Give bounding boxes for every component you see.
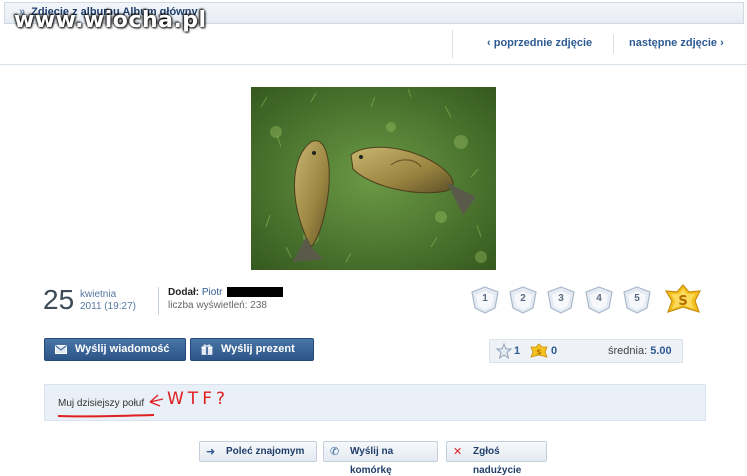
date-day: 25 (43, 284, 75, 315)
author-link[interactable]: Piotr (202, 287, 223, 298)
star-number: 2 (520, 293, 526, 304)
star-number: 1 (482, 293, 488, 304)
views-count: liczba wyświetleń: 238 (168, 300, 267, 311)
svg-text:S: S (536, 349, 541, 357)
recommend-users-icon: ➜ (206, 446, 216, 458)
report-abuse-button[interactable]: ✕ Zgłoś nadużycie (446, 441, 547, 476)
super-star-count-icon: S (530, 343, 548, 358)
recommend-to-friends-button[interactable]: ➜ Poleć znajomym (199, 441, 317, 462)
fish-photo-icon (251, 87, 496, 270)
svg-text:S: S (678, 294, 687, 309)
super-star-icon: S (664, 284, 702, 313)
super-star-button[interactable]: S (664, 284, 702, 316)
next-photo-link[interactable]: następne zdjęcie › (629, 37, 724, 49)
send-gift-label: Wyślij prezent (221, 343, 295, 355)
photo-image[interactable] (251, 87, 496, 270)
handwritten-note: WTF? (167, 389, 229, 409)
star-number: 4 (596, 293, 602, 304)
meta-divider (158, 287, 159, 315)
added-label: Dodał: (168, 287, 200, 298)
handwritten-annotation: WTF? (57, 389, 229, 418)
super-stars-count: 0 (551, 345, 558, 357)
previous-photo-link[interactable]: ‹ poprzednie zdjęcie (487, 37, 592, 49)
average-rating: średnia: 5.00 (608, 345, 672, 357)
envelope-icon (55, 345, 67, 354)
date-month: kwietnia (80, 289, 117, 300)
average-value: 5.00 (650, 345, 672, 357)
chevron-right-icon: › (717, 37, 724, 49)
rating-stats: 1 S 0 średnia: 5.00 (489, 339, 683, 363)
photo-header: » Zdjęcie z albumu Album główny www.wioch… (0, 0, 747, 65)
redacted-surname (227, 287, 284, 298)
send-message-label: Wyślij wiadomość (75, 343, 170, 355)
recommend-label: Poleć znajomym (226, 446, 305, 457)
gift-icon (201, 344, 213, 355)
star-number: 5 (634, 293, 640, 304)
close-icon: ✕ (453, 446, 463, 458)
send-message-button[interactable]: Wyślij wiadomość (44, 338, 186, 361)
send-to-phone-label: Wyślij na komórkę (350, 446, 394, 476)
added-by: Dodał: Piotr (168, 287, 284, 298)
date-time: 2011 (19:27) (80, 301, 136, 312)
rate-star-2-button[interactable]: 2 (508, 286, 538, 314)
rate-star-3-button[interactable]: 3 (546, 286, 576, 314)
nav-divider (613, 34, 614, 54)
report-abuse-label: Zgłoś nadużycie (473, 446, 522, 476)
rate-star-4-button[interactable]: 4 (584, 286, 614, 314)
star-count-icon (496, 343, 512, 359)
phone-icon: ✆ (330, 446, 340, 458)
star-number: 3 (558, 293, 564, 304)
photo-navigation: ‹ poprzednie zdjęcie następne zdjęcie › (452, 30, 744, 58)
site-watermark: www.wiocha.pl (14, 8, 207, 33)
rate-star-1-button[interactable]: 1 (470, 286, 500, 314)
chevron-left-icon: ‹ (487, 37, 494, 49)
rate-star-5-button[interactable]: 5 (622, 286, 652, 314)
send-to-phone-button[interactable]: ✆ Wyślij na komórkę (323, 441, 438, 476)
send-gift-button[interactable]: Wyślij prezent (190, 338, 314, 361)
stars-count: 1 (514, 345, 521, 357)
